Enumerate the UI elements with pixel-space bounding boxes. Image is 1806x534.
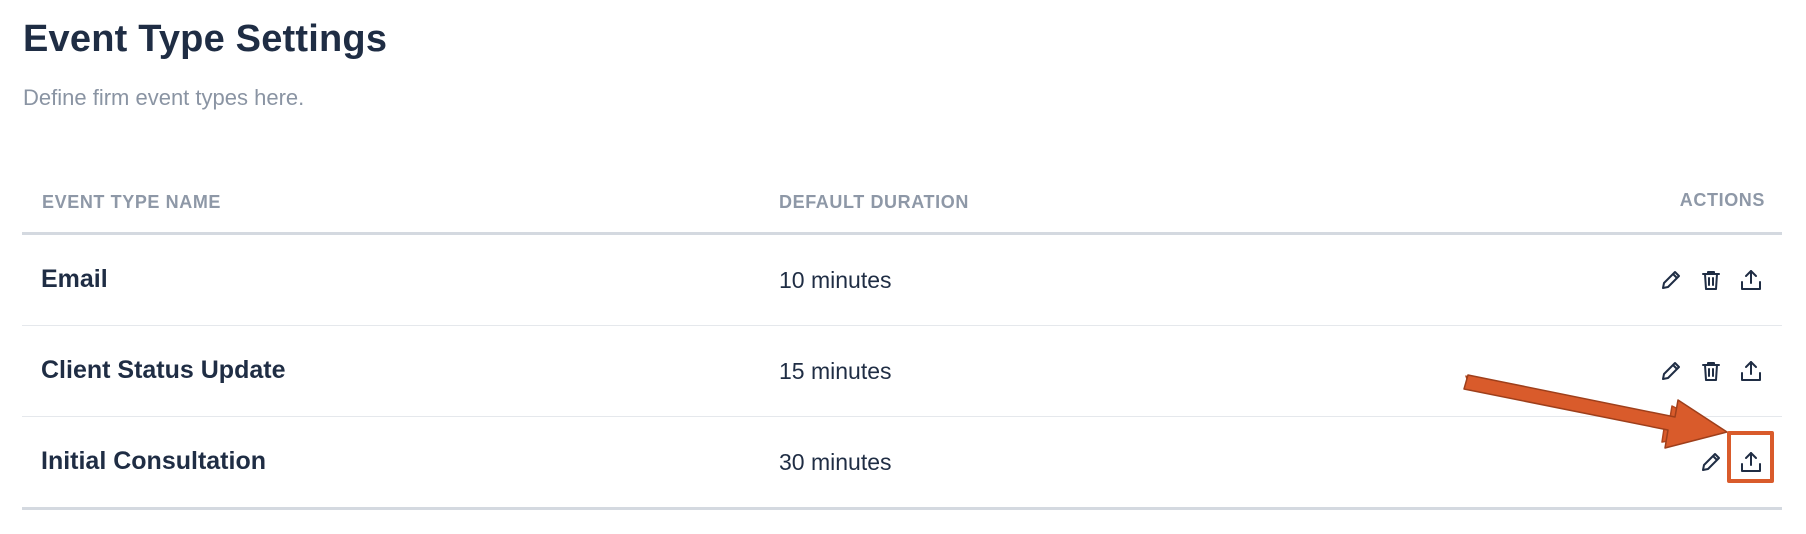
- annotation-arrow: [1463, 374, 1728, 449]
- annotation-highlight-box: [1727, 431, 1774, 483]
